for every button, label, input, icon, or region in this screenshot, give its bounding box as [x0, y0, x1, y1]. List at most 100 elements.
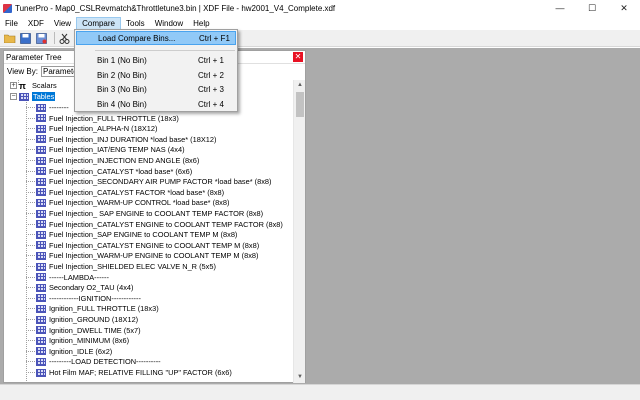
minimize-button[interactable]: —: [544, 0, 576, 16]
tree-item-table[interactable]: Fuel Injection_ALPHA-N (18X12): [36, 123, 157, 134]
tree-item-label: Ignition_GROUND (18X12): [49, 315, 139, 324]
table-grid-icon: [36, 326, 46, 335]
menu-bar: File XDF View Compare Tools Window Help: [0, 16, 640, 30]
tree-item-table[interactable]: Hot Film MAF; RELATIVE FILLING "UP" FACT…: [36, 367, 232, 378]
tree-item-table[interactable]: Fuel Injection_CATALYST *load base* (6x6…: [36, 166, 192, 177]
table-grid-icon: [36, 220, 46, 229]
tree-item-table[interactable]: Fuel Injection_IAT/ENG TEMP NAS (4x4): [36, 144, 185, 155]
collapse-icon[interactable]: −: [10, 93, 17, 100]
tree-node-scalars[interactable]: + π Scalars: [10, 80, 57, 91]
menu-window[interactable]: Window: [150, 17, 188, 30]
tree-item-table[interactable]: Ignition_GROUND (18X12): [36, 314, 138, 325]
table-grid-icon: [36, 167, 46, 176]
tree-node-tables[interactable]: − Tables: [10, 91, 56, 102]
tree-item-table[interactable]: Fuel Injection_CATALYST FACTOR *load bas…: [36, 187, 224, 198]
tree-node-label: Scalars: [32, 81, 57, 90]
tree-vertical-scrollbar[interactable]: ▲ ▼: [293, 80, 305, 383]
tree-item-label: Fuel Injection_INJECTION END ANGLE (8x6): [49, 156, 200, 165]
tree-item-table[interactable]: Ignition_MINIMUM (8x6): [36, 335, 129, 346]
menu-item-bin-1[interactable]: Bin 1 (No Bin) Ctrl + 1: [76, 53, 236, 67]
menu-xdf[interactable]: XDF: [23, 17, 49, 30]
scroll-down-arrow-icon[interactable]: ▼: [294, 372, 306, 383]
menu-file[interactable]: File: [0, 17, 23, 30]
tree-item-table[interactable]: ------LAMBDA------: [36, 272, 109, 283]
pi-icon: π: [19, 80, 26, 91]
table-grid-icon: [36, 124, 46, 133]
tree-item-table[interactable]: ------------IGNITION------------: [36, 293, 141, 304]
table-grid-icon: [36, 230, 46, 239]
scroll-thumb[interactable]: [296, 92, 304, 117]
tree-item-table[interactable]: Ignition_IDLE (6x2): [36, 346, 112, 357]
table-grid-icon: [36, 188, 46, 197]
open-folder-icon[interactable]: [3, 32, 16, 45]
tree-item-label: Fuel Injection_CATALYST ENGINE to COOLAN…: [49, 219, 283, 229]
tree-item-label: Fuel Injection_SECONDARY AIR PUMP FACTOR…: [49, 177, 272, 187]
tree-item-table[interactable]: Fuel Injection_SECONDARY AIR PUMP FACTOR…: [36, 176, 272, 187]
menu-item-bin-4[interactable]: Bin 4 (No Bin) Ctrl + 4: [76, 97, 236, 111]
tree-item-label: Fuel Injection_ SAP ENGINE to COOLANT TE…: [49, 209, 264, 218]
tree-item-label: Ignition_DWELL TIME (5x7): [49, 325, 141, 335]
tree-item-table[interactable]: --------: [36, 102, 69, 113]
expand-icon[interactable]: +: [10, 82, 17, 89]
close-button[interactable]: ✕: [608, 0, 640, 16]
tree-item-table[interactable]: Fuel Injection_SHIELDED ELEC VALVE N_R (…: [36, 261, 216, 272]
menu-compare[interactable]: Compare: [76, 16, 121, 30]
tree-item-label: Hot Film MAF; RELATIVE FILLING "UP" FACT…: [49, 368, 232, 377]
tree-item-label: Fuel Injection_CATALYST *load base* (6x6…: [49, 166, 193, 176]
table-grid-icon: [36, 251, 46, 260]
table-grid-icon: [36, 114, 46, 123]
tree-item-label: Ignition_IDLE (6x2): [49, 346, 113, 356]
table-grid-icon: [36, 241, 46, 250]
tree-item-table[interactable]: Ignition_DWELL TIME (5x7): [36, 325, 141, 336]
tree-item-label: Fuel Injection_SAP ENGINE to COOLANT TEM…: [49, 230, 238, 240]
menu-item-bin-2[interactable]: Bin 2 (No Bin) Ctrl + 2: [76, 68, 236, 82]
view-by-label: View By:: [7, 67, 38, 76]
menu-view[interactable]: View: [49, 17, 76, 30]
table-grid-icon: [36, 145, 46, 154]
tree-item-table[interactable]: Fuel Injection_WARM-UP ENGINE to COOLANT…: [36, 250, 258, 261]
menu-item-load-compare-bins[interactable]: Load Compare Bins... Ctrl + F1: [76, 31, 236, 45]
tree-item-label: Fuel Injection_CATALYST ENGINE to COOLAN…: [49, 240, 260, 250]
cut-icon[interactable]: [58, 32, 71, 45]
table-grid-icon: [36, 315, 46, 324]
menu-tools[interactable]: Tools: [121, 17, 150, 30]
table-grid-icon: [36, 304, 46, 313]
save-as-icon[interactable]: [35, 32, 48, 45]
tree-item-label: ------LAMBDA------: [49, 272, 109, 282]
table-grid-icon: [36, 177, 46, 186]
parameter-tree-title: Parameter Tree: [6, 52, 62, 62]
tree-item-table[interactable]: Fuel Injection_CATALYST ENGINE to COOLAN…: [36, 240, 259, 251]
panel-close-button[interactable]: ✕: [293, 52, 303, 62]
menu-separator: [95, 50, 235, 51]
tree-item-table[interactable]: Secondary O2_TAU (4x4): [36, 282, 133, 293]
tree-item-label: Fuel Injection_IAT/ENG TEMP NAS (4x4): [49, 145, 185, 155]
tunerpro-app-icon: [3, 3, 12, 13]
tree-item-label: Fuel Injection_ALPHA-N (18X12): [49, 124, 158, 134]
table-grid-icon: [36, 283, 46, 292]
scroll-up-arrow-icon[interactable]: ▲: [294, 80, 306, 91]
title-bar: TunerPro - Map0_CSLRevmatch&Throttletune…: [0, 0, 640, 16]
tree-item-label: ---------LOAD DETECTION----------: [49, 357, 161, 367]
tree-item-table[interactable]: Fuel Injection_FULL THROTTLE (18x3): [36, 113, 179, 124]
table-grid-icon: [36, 135, 46, 144]
maximize-button[interactable]: ☐: [576, 0, 608, 16]
compare-menu-dropdown: Load Compare Bins... Ctrl + F1 Bin 1 (No…: [74, 29, 238, 112]
table-grid-icon: [36, 103, 46, 112]
tree-item-table[interactable]: Fuel Injection_CATALYST ENGINE to COOLAN…: [36, 219, 283, 230]
table-grid-icon: [19, 92, 29, 101]
tree-item-table[interactable]: Fuel Injection_SAP ENGINE to COOLANT TEM…: [36, 229, 237, 240]
tree-item-label: Fuel Injection_INJ DURATION *load base* …: [49, 134, 217, 144]
tree-item-table[interactable]: Ignition_FULL THROTTLE (18x3): [36, 303, 159, 314]
table-grid-icon: [36, 262, 46, 271]
table-grid-icon: [36, 347, 46, 356]
tree-item-table[interactable]: ---------LOAD DETECTION----------: [36, 356, 161, 367]
tree-item-label: Ignition_MINIMUM (8x6): [49, 336, 130, 346]
tree-item-table[interactable]: Fuel Injection_INJECTION END ANGLE (8x6): [36, 155, 199, 166]
menu-help[interactable]: Help: [188, 17, 214, 30]
menu-item-bin-3[interactable]: Bin 3 (No Bin) Ctrl + 3: [76, 82, 236, 96]
save-icon[interactable]: [19, 32, 32, 45]
tree-item-table[interactable]: Fuel Injection_INJ DURATION *load base* …: [36, 134, 216, 145]
tree-item-table[interactable]: Fuel Injection_ SAP ENGINE to COOLANT TE…: [36, 208, 263, 219]
tree-item-table[interactable]: Fuel Injection_WARM-UP CONTROL *load bas…: [36, 197, 229, 208]
toolbar-separator: [54, 32, 55, 44]
